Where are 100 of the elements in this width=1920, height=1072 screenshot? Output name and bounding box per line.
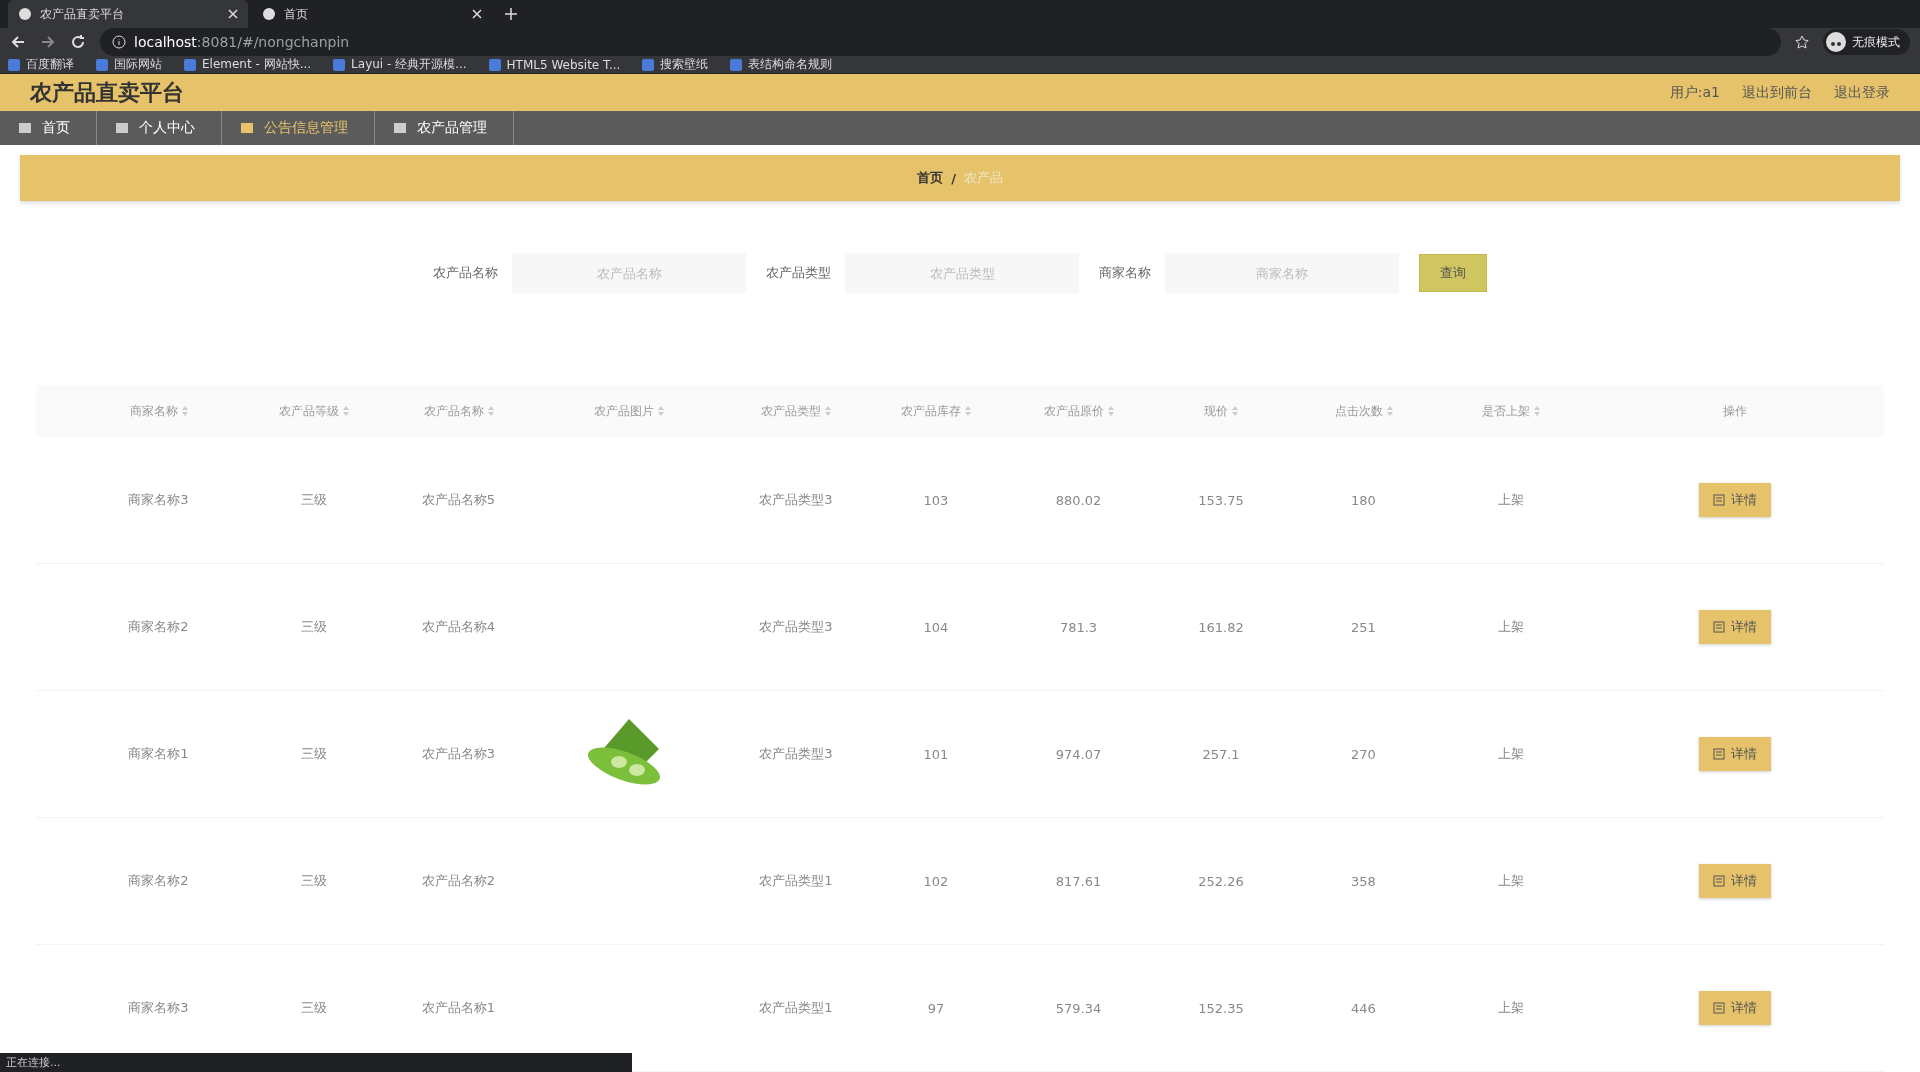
detail-button[interactable]: 详情 xyxy=(1699,737,1771,771)
table-cell-text: 商家名称3 xyxy=(127,491,190,509)
table-cell-text: 252.26 xyxy=(1197,873,1245,889)
bookmark[interactable]: Element - 网站快... xyxy=(184,56,312,73)
sort-icon[interactable] xyxy=(181,406,188,416)
table-cell-text: 104 xyxy=(922,619,950,635)
document-icon xyxy=(1713,621,1725,633)
sort-icon[interactable] xyxy=(1534,406,1540,416)
bookmark[interactable]: Layui - 经典开源模... xyxy=(333,56,467,73)
table-cell-text: 农产品名称2 xyxy=(420,872,497,890)
close-icon[interactable] xyxy=(228,9,238,19)
document-icon xyxy=(1713,875,1725,887)
bookmark-icon xyxy=(488,58,501,71)
table-cell-text: 三级 xyxy=(299,999,328,1017)
column-header: 农产品库存 xyxy=(901,402,961,420)
search-field[interactable]: 农产品名称 xyxy=(512,253,746,293)
table-cell-text: 农产品类型3 xyxy=(758,745,834,763)
table-cell-text: 180 xyxy=(1350,492,1377,508)
table-cell-text: 781.3 xyxy=(1058,619,1099,635)
table-cell-text: 上架 xyxy=(1497,618,1525,636)
breadcrumb-current: 农产品 xyxy=(963,169,1003,187)
table-cell-text: 三级 xyxy=(299,745,328,763)
table-cell-text: 446 xyxy=(1350,1000,1377,1016)
profile-button[interactable]: 无痕模式 xyxy=(1823,29,1910,55)
forward-icon[interactable] xyxy=(40,34,56,50)
breadcrumb-link[interactable]: 首页 xyxy=(917,169,944,187)
star-icon[interactable] xyxy=(1795,35,1809,49)
header-link[interactable]: 退出登录 xyxy=(1834,83,1890,102)
bookmark-icon xyxy=(730,58,743,71)
sort-icon[interactable] xyxy=(1386,406,1393,416)
site-title: 农产品直卖平台 xyxy=(30,78,184,107)
table-cell-text: 257.1 xyxy=(1201,746,1241,762)
detail-button[interactable]: 详情 xyxy=(1699,483,1771,517)
detail-button[interactable]: 详情 xyxy=(1699,864,1771,898)
bookmark-icon xyxy=(96,58,108,71)
search-label: 农产品名称 xyxy=(433,264,498,282)
bookmark-icon xyxy=(333,58,346,71)
bookmark[interactable]: 表结构命名规则 xyxy=(730,56,833,73)
table-cell-text: 商家名称2 xyxy=(127,618,190,636)
table-cell-text: 152.35 xyxy=(1197,1000,1245,1016)
table-cell-text: 上架 xyxy=(1497,491,1525,509)
search-field[interactable]: 农产品类型 xyxy=(845,253,1079,293)
nav-tab[interactable]: 农产品管理 xyxy=(375,111,514,145)
column-header: 现价 xyxy=(1204,402,1228,420)
nav-tab[interactable]: 首页 xyxy=(0,111,97,145)
search-label: 农产品类型 xyxy=(766,264,831,282)
table-cell-text: 农产品类型3 xyxy=(758,491,834,509)
bookmark[interactable]: HTML5 Website T... xyxy=(488,57,621,72)
table-cell-text: 153.75 xyxy=(1197,492,1245,508)
sort-icon[interactable] xyxy=(1232,406,1238,416)
browser-tab[interactable]: 首页 xyxy=(252,0,492,28)
nav-icon xyxy=(393,121,407,136)
table-cell-text: 358 xyxy=(1350,873,1377,889)
sort-icon[interactable] xyxy=(965,406,971,416)
table-cell-text: 上架 xyxy=(1497,745,1525,763)
table-cell-text: 974.07 xyxy=(1054,746,1103,762)
status-bar: 正在连接... xyxy=(0,1053,632,1072)
table-cell-text: 商家名称3 xyxy=(127,999,190,1017)
nav-tab[interactable]: 个人中心 xyxy=(97,111,222,145)
bookmark[interactable]: 搜索壁纸 xyxy=(642,56,709,73)
table-cell-text: 上架 xyxy=(1497,872,1525,890)
table-cell-text: 270 xyxy=(1350,746,1377,762)
table-cell-text: 农产品名称3 xyxy=(420,745,497,763)
table-cell-text: 农产品类型1 xyxy=(758,872,834,890)
bookmark[interactable]: 百度翻译 xyxy=(8,56,74,73)
table-cell-text: 农产品名称4 xyxy=(420,618,497,636)
table-cell-text: 三级 xyxy=(299,872,328,890)
column-header: 农产品类型 xyxy=(761,402,821,420)
plus-icon[interactable] xyxy=(504,7,518,21)
address-field[interactable]: localhost:8081/#/nongchanpin xyxy=(100,28,1781,56)
search-button[interactable]: 查询 xyxy=(1419,254,1487,292)
sort-icon[interactable] xyxy=(825,406,831,416)
header-link[interactable]: 用户:a1 xyxy=(1669,83,1720,102)
column-header: 农产品等级 xyxy=(278,402,339,420)
detail-button[interactable]: 详情 xyxy=(1699,991,1771,1025)
close-icon[interactable] xyxy=(472,9,482,19)
detail-button[interactable]: 详情 xyxy=(1699,610,1771,644)
sort-icon[interactable] xyxy=(487,406,494,416)
table-cell-text: 上架 xyxy=(1497,999,1525,1017)
table-cell-text: 商家名称2 xyxy=(127,872,190,890)
sort-icon[interactable] xyxy=(657,406,664,416)
search-field[interactable]: 商家名称 xyxy=(1165,253,1399,293)
table-cell-text: 817.61 xyxy=(1054,873,1103,889)
reload-icon[interactable] xyxy=(70,34,86,50)
document-icon xyxy=(1713,494,1725,506)
browser-tab[interactable]: 农产品直卖平台 xyxy=(8,0,248,28)
table-cell-text: 579.34 xyxy=(1054,1000,1103,1016)
nav-tab[interactable]: 公告信息管理 xyxy=(222,111,375,145)
back-icon[interactable] xyxy=(10,34,26,50)
bookmark-icon xyxy=(184,58,196,71)
table-cell-text: 97 xyxy=(926,1000,946,1016)
sort-icon[interactable] xyxy=(1107,406,1114,416)
column-header: 是否上架 xyxy=(1482,402,1530,420)
table-cell-text: 农产品名称1 xyxy=(420,999,497,1017)
column-header: 农产品原价 xyxy=(1043,402,1104,420)
table-cell-text: 880.02 xyxy=(1054,492,1103,508)
header-link[interactable]: 退出到前台 xyxy=(1742,83,1812,102)
info-icon xyxy=(112,35,126,49)
sort-icon[interactable] xyxy=(342,406,349,416)
bookmark[interactable]: 国际网站 xyxy=(96,56,162,73)
